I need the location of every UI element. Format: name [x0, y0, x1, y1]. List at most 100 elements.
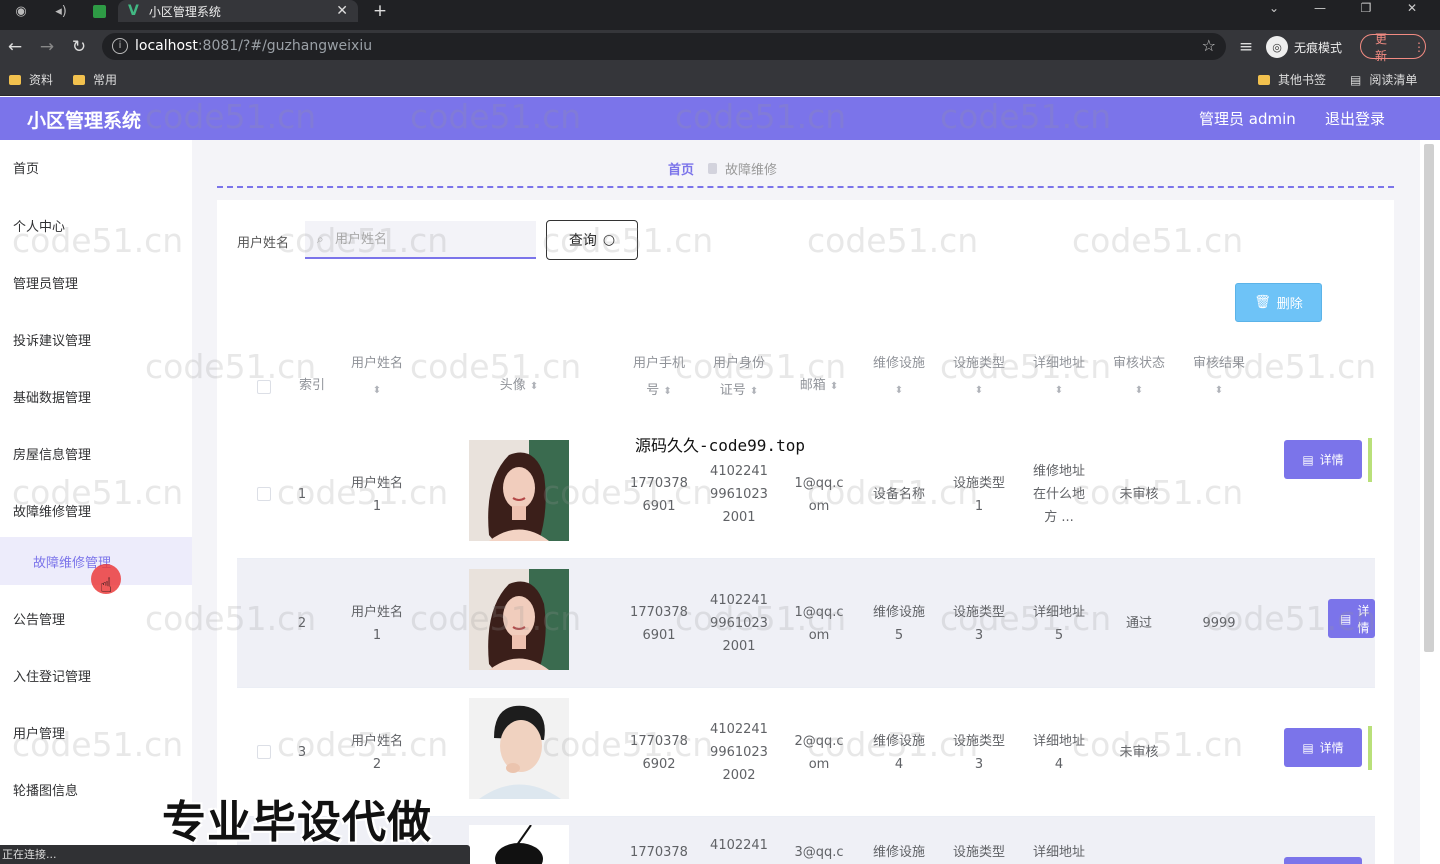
- th-phone[interactable]: 用户手机号 ⬍: [619, 350, 699, 405]
- cell-phone: 1770378: [630, 845, 688, 860]
- sidebar-item-basic-data[interactable]: 基础数据管理: [13, 387, 91, 406]
- th-email[interactable]: 邮箱 ⬍: [779, 372, 859, 400]
- breadcrumb: 首页 故障维修: [668, 159, 777, 178]
- delete-button[interactable]: 🗑 删除: [1235, 283, 1322, 322]
- detail-button[interactable]: ▤ 详情: [1284, 728, 1362, 767]
- cell-phone: 1770378 6901: [630, 604, 688, 643]
- th-address[interactable]: 详细地址 ⬍: [1019, 350, 1099, 404]
- cell-idcard: 4102241: [710, 838, 768, 853]
- sidebar-item-users[interactable]: 用户管理: [13, 723, 65, 742]
- th-result[interactable]: 审核结果 ⬍: [1179, 350, 1259, 404]
- new-tab-icon[interactable]: +: [368, 0, 392, 22]
- speaker-icon[interactable]: ◂): [44, 0, 78, 22]
- th-status[interactable]: 审核状态 ⬍: [1099, 350, 1179, 404]
- search-input[interactable]: [305, 221, 536, 259]
- pinned-tab-icon[interactable]: [82, 0, 116, 22]
- cell-facility: 维修设施 4: [872, 733, 925, 772]
- incognito-indicator[interactable]: ◎ 无痕模式: [1266, 35, 1342, 59]
- promo-banner-text: 专业毕设代做: [162, 797, 432, 848]
- sort-icon: ⬍: [663, 386, 672, 397]
- cell-index: 1: [297, 487, 307, 502]
- query-button[interactable]: 查询 ○: [546, 220, 638, 260]
- page-scrollbar[interactable]: [1420, 140, 1440, 864]
- sort-icon: ⬍: [829, 381, 839, 392]
- breadcrumb-current: 故障维修: [725, 163, 778, 178]
- avatar-woman-image: [469, 569, 569, 670]
- cell-phone: 1770378 6902: [630, 733, 688, 772]
- table-row[interactable]: 1 用户姓名 1 1770378 6901 4102241 9961023 2001 1…: [237, 430, 1375, 559]
- sidebar-item-repairs[interactable]: 故障维修管理: [13, 501, 91, 520]
- row-checkbox[interactable]: [257, 487, 271, 501]
- sidebar-item-personal[interactable]: 个人中心: [13, 216, 65, 235]
- th-index[interactable]: 索引: [287, 372, 337, 399]
- sidebar-item-housing[interactable]: 房屋信息管理: [13, 444, 91, 463]
- window-close-icon[interactable]: ✕: [1392, 0, 1432, 16]
- tab-title: 小区管理系统: [148, 4, 221, 19]
- cell-status: 未审核: [1119, 745, 1159, 760]
- sidebar-item-admins[interactable]: 管理员管理: [13, 273, 78, 292]
- overlay-source-note: 源码久久-code99.top: [635, 436, 805, 455]
- bookmark-folder-ziliao[interactable]: 资料: [9, 71, 53, 88]
- url-text[interactable]: localhost:8081/?#/guzhangweixiu: [135, 38, 372, 54]
- cell-facility: 维修设施: [872, 845, 925, 860]
- cell-facility: 维修设施 5: [872, 604, 925, 643]
- detail-button[interactable]: ▤ 详情: [1284, 440, 1362, 479]
- breadcrumb-separator-icon: [708, 163, 718, 174]
- bookmark-folder-changyong[interactable]: 常用: [73, 71, 117, 88]
- row-checkbox[interactable]: [257, 745, 271, 759]
- document-icon: ▤: [1340, 611, 1352, 626]
- detail-button[interactable]: [1284, 857, 1362, 864]
- main-content: 首页 故障维修 用户姓名 ⌕ 查询○ 🗑删除 索引 用户姓名⬍ 头像 ⬍ 用户手…: [192, 140, 1420, 864]
- sidebar-item-carousel[interactable]: 轮播图信息: [13, 780, 78, 799]
- bookmark-other[interactable]: 其他书签: [1258, 71, 1326, 88]
- browser-tab-active[interactable]: V 小区管理系统 ✕: [118, 0, 358, 22]
- detail-button[interactable]: ▤ 详情: [1328, 599, 1375, 638]
- folder-icon: [73, 74, 85, 85]
- sort-icon: ⬍: [894, 385, 904, 396]
- sidebar-item-notices[interactable]: 公告管理: [13, 609, 65, 628]
- table-row[interactable]: 2 用户姓名 1 1770378 6901 4102241 9961023 2001 1…: [237, 559, 1375, 688]
- cell-address: 详细地址 4: [1032, 733, 1085, 772]
- reading-list-icon[interactable]: ≡: [1232, 35, 1260, 59]
- select-all-checkbox[interactable]: [257, 380, 271, 394]
- sidebar-item-complaints[interactable]: 投诉建议管理: [13, 330, 91, 349]
- bookmark-star-icon[interactable]: ☆: [1202, 36, 1216, 55]
- vue-logo-icon: V: [128, 3, 139, 19]
- reload-icon[interactable]: ↻: [65, 35, 93, 59]
- close-tab-icon[interactable]: ✕: [336, 3, 348, 19]
- search-label: 用户姓名: [237, 236, 290, 251]
- forward-icon[interactable]: →: [33, 35, 61, 59]
- admin-label: 管理员 admin: [1199, 110, 1296, 128]
- update-button[interactable]: 更新 ⋮: [1360, 32, 1426, 63]
- th-avatar[interactable]: 头像 ⬍: [469, 372, 569, 400]
- sidebar-item-home[interactable]: 首页: [13, 158, 39, 177]
- th-facility-type[interactable]: 设施类型 ⬍: [939, 350, 1019, 404]
- table-header: 索引 用户姓名 ⬍ 头像 ⬍ 用户手机号 ⬍ 用户身份 证号 ⬍ 邮箱 ⬍ 维修设施…: [237, 350, 1375, 430]
- th-facility[interactable]: 维修设施 ⬍: [859, 350, 939, 404]
- browser-globe-icon[interactable]: ◉: [4, 0, 38, 22]
- browser-tab-strip: ◉ ◂) V 小区管理系统 ✕ + ⌄ — ❐ ✕: [0, 0, 1440, 30]
- avatar-cartoon-image: [469, 825, 569, 864]
- omnibox[interactable]: i localhost:8081/?#/guzhangweixiu ☆: [102, 33, 1226, 60]
- minimize-icon[interactable]: —: [1300, 0, 1340, 16]
- logout-link[interactable]: 退出登录: [1325, 108, 1385, 129]
- th-idcard[interactable]: 用户身份 证号 ⬍: [699, 350, 779, 405]
- row-action-edge: [1368, 438, 1372, 482]
- sidebar-item-checkin[interactable]: 入住登记管理: [13, 666, 91, 685]
- more-menu-icon[interactable]: ⋮: [1413, 40, 1425, 54]
- cell-name: 用户姓名 1: [350, 475, 403, 514]
- scroll-thumb[interactable]: [1424, 144, 1434, 652]
- maximize-icon[interactable]: ❐: [1346, 0, 1386, 16]
- browser-status-bar: 正在连接...: [0, 845, 470, 864]
- app-header: 小区管理系统 管理员 admin 退出登录: [0, 97, 1440, 140]
- back-icon[interactable]: ←: [1, 35, 29, 59]
- site-info-icon[interactable]: i: [112, 38, 128, 54]
- sort-icon: ⬍: [1134, 385, 1144, 396]
- sort-icon: ⬍: [1054, 385, 1064, 396]
- sidebar: 首页 个人中心 管理员管理 投诉建议管理 基础数据管理 房屋信息管理 故障维修管…: [0, 140, 192, 864]
- breadcrumb-home[interactable]: 首页: [668, 159, 694, 178]
- bookmark-reading-list[interactable]: ▤ 阅读清单: [1350, 71, 1417, 88]
- tab-search-icon[interactable]: ⌄: [1254, 0, 1294, 16]
- content-panel: 用户姓名 ⌕ 查询○ 🗑删除 索引 用户姓名⬍ 头像 ⬍ 用户手机号 ⬍ 用户身…: [217, 200, 1394, 864]
- th-name[interactable]: 用户姓名 ⬍: [337, 350, 417, 404]
